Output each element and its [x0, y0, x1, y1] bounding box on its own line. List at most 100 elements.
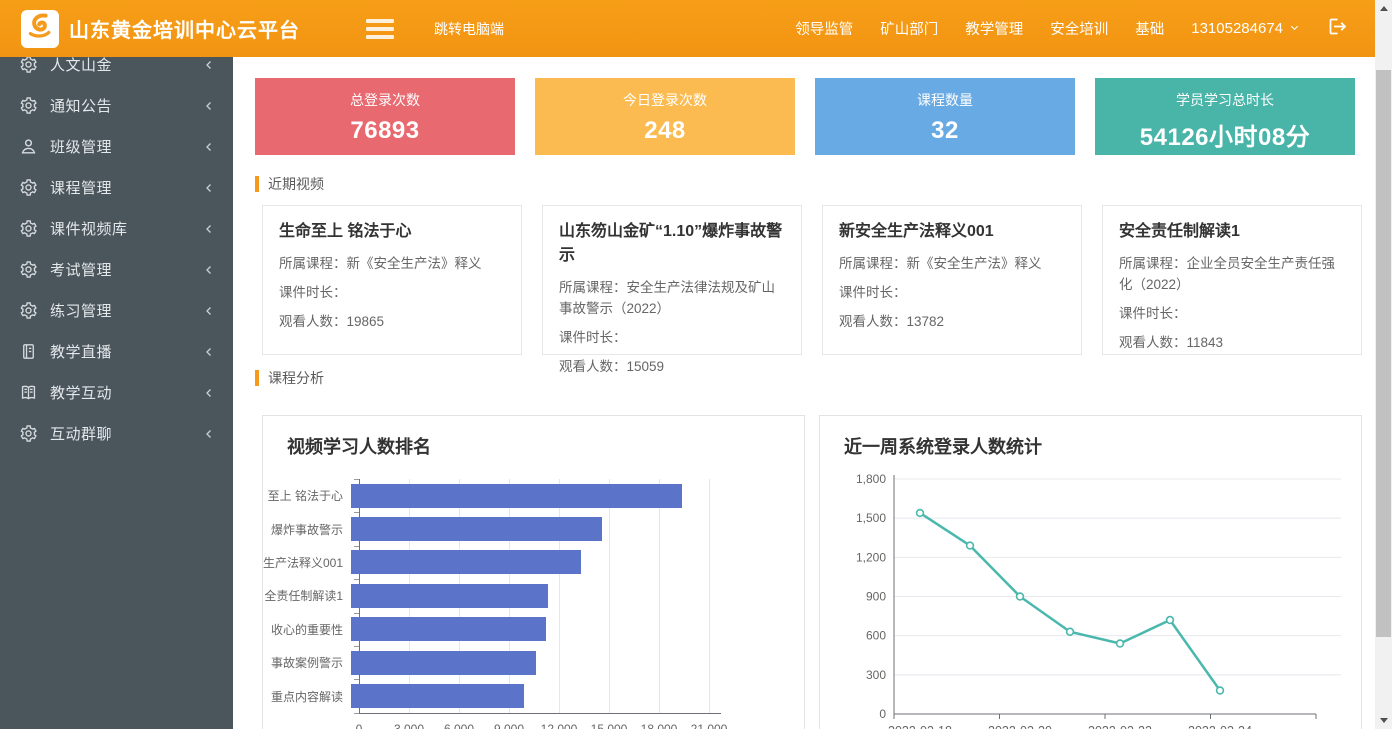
stat-value: 54126小时08分 [1095, 117, 1355, 152]
chevron-left-icon [203, 182, 215, 194]
video-duration: 课件时长： [279, 282, 505, 303]
bar-row: 至上 铭法于心 [359, 479, 804, 512]
nav-item[interactable]: 安全培训 [1050, 18, 1108, 39]
sidebar-item[interactable]: 课件视频库 [0, 208, 233, 249]
y-tick-label: 600 [866, 629, 886, 643]
sidebar-item[interactable]: 练习管理 [0, 290, 233, 331]
video-duration: 课件时长： [1119, 303, 1345, 324]
nav-item[interactable]: 基础 [1135, 18, 1164, 39]
x-tick-label: 15,000 [591, 722, 628, 729]
triangle-up-icon [1380, 6, 1388, 11]
stat-cards: 总登录次数 76893 今日登录次数 248 课程数量 32 学员学习总时长 5… [255, 78, 1355, 155]
bar-category-label: 收心的重要性 [263, 621, 351, 638]
bar [351, 584, 548, 608]
chevron-left-icon [203, 59, 215, 71]
bar-row: 爆炸事故警示 [359, 512, 804, 545]
scrollbar-up-arrow[interactable] [1375, 0, 1392, 17]
sidebar-item[interactable]: 教学互动 [0, 372, 233, 413]
x-tick-label: 18,000 [641, 722, 678, 729]
section-title: 近期视频 [268, 174, 324, 194]
video-card[interactable]: 安全责任制解读1 所属课程：企业全员安全生产责任强化（2022） 课件时长： 观… [1102, 205, 1362, 355]
charts-row: 视频学习人数排名 至上 铭法于心爆炸事故警示生产法释义001全责任制解读1收心的… [262, 415, 1362, 729]
x-tick-label: 9,000 [494, 722, 524, 729]
video-card[interactable]: 山东笏山金矿“1.10”爆炸事故警示 所属课程：安全生产法律法规及矿山事故警示（… [542, 205, 802, 355]
y-tick-label: 1,200 [856, 550, 886, 564]
sidebar-item[interactable]: 课程管理 [0, 167, 233, 208]
sidebar-item[interactable]: 班级管理 [0, 126, 233, 167]
bar-category-label: 重点内容解读 [263, 688, 351, 705]
y-tick-label: 0 [879, 707, 886, 721]
gear-icon [19, 178, 38, 197]
x-tick-label: 2022-03-24 [1188, 724, 1252, 729]
chevron-left-icon [203, 428, 215, 440]
x-tick-label: 3,000 [394, 722, 424, 729]
video-viewers: 观看人数：11843 [1119, 332, 1345, 353]
video-title: 生命至上 铭法于心 [279, 220, 505, 244]
account-dropdown[interactable]: 13105284674 [1191, 20, 1300, 37]
stat-card: 总登录次数 76893 [255, 78, 515, 155]
nav-item[interactable]: 矿山部门 [880, 18, 938, 39]
stat-label: 今日登录次数 [535, 90, 795, 110]
app-title: 山东黄金培训中心云平台 [69, 14, 300, 43]
video-card[interactable]: 新安全生产法释义001 所属课程：新《安全生产法》释义 课件时长： 观看人数：1… [822, 205, 1082, 355]
bar-category-label: 至上 铭法于心 [263, 487, 351, 504]
top-nav: 领导监管 矿山部门 教学管理 安全培训 基础 [795, 18, 1164, 39]
line-chart: 1,8001,5001,20090060030002022-03-182022-… [836, 467, 1356, 729]
scrollbar[interactable] [1375, 0, 1392, 729]
bar-chart-panel: 视频学习人数排名 至上 铭法于心爆炸事故警示生产法释义001全责任制解读1收心的… [262, 415, 805, 729]
video-course: 所属课程：新《安全生产法》释义 [279, 253, 505, 274]
stat-value: 76893 [255, 117, 515, 145]
notebook-icon [19, 342, 38, 361]
chevron-left-icon [203, 100, 215, 112]
sidebar-item[interactable]: 人文山金 [0, 57, 233, 85]
sidebar-item-label: 通知公告 [50, 95, 112, 116]
main-content: 总登录次数 76893 今日登录次数 248 课程数量 32 学员学习总时长 5… [233, 57, 1375, 729]
gear-icon [19, 301, 38, 320]
logout-button[interactable] [1327, 18, 1349, 40]
scrollbar-down-arrow[interactable] [1375, 712, 1392, 729]
video-course: 所属课程：安全生产法律法规及矿山事故警示（2022） [559, 277, 785, 319]
chevron-left-icon [203, 387, 215, 399]
sidebar-item[interactable]: 考试管理 [0, 249, 233, 290]
video-cards: 生命至上 铭法于心 所属课程：新《安全生产法》释义 课件时长： 观看人数：198… [262, 205, 1362, 355]
bar-chart: 至上 铭法于心爆炸事故警示生产法释义001全责任制解读1收心的重要性事故案例警示… [263, 479, 804, 713]
data-point [1217, 687, 1224, 694]
video-title: 新安全生产法释义001 [839, 220, 1065, 244]
chevron-left-icon [203, 305, 215, 317]
video-viewers: 观看人数：19865 [279, 311, 505, 332]
video-course: 所属课程：企业全员安全生产责任强化（2022） [1119, 253, 1345, 295]
app-logo[interactable] [21, 10, 59, 48]
menu-toggle-button[interactable] [366, 19, 394, 39]
sidebar-item[interactable]: 通知公告 [0, 85, 233, 126]
video-viewers: 观看人数：15059 [559, 356, 785, 377]
video-card[interactable]: 生命至上 铭法于心 所属课程：新《安全生产法》释义 课件时长： 观看人数：198… [262, 205, 522, 355]
video-viewers: 观看人数：13782 [839, 311, 1065, 332]
sidebar-item[interactable]: 教学直播 [0, 331, 233, 372]
stat-label: 总登录次数 [255, 90, 515, 110]
nav-item[interactable]: 领导监管 [795, 18, 853, 39]
header-nav: 领导监管 矿山部门 教学管理 安全培训 基础 13105284674 [795, 18, 1349, 40]
sidebar-item[interactable]: 互动群聊 [0, 413, 233, 454]
section-title: 课程分析 [268, 368, 324, 388]
bar-category-label: 事故案例警示 [263, 654, 351, 671]
video-duration: 课件时长： [839, 282, 1065, 303]
line-chart-panel: 近一周系统登录人数统计 1,8001,5001,2009006003000202… [819, 415, 1362, 729]
sidebar-item-label: 班级管理 [50, 136, 112, 157]
sidebar-item-label: 考试管理 [50, 259, 112, 280]
stat-label: 学员学习总时长 [1095, 90, 1355, 110]
sidebar-item-label: 教学互动 [50, 382, 112, 403]
bar-row: 收心的重要性 [359, 613, 804, 646]
section-accent-bar [255, 370, 259, 386]
stat-card: 学员学习总时长 54126小时08分 [1095, 78, 1355, 155]
scrollbar-thumb[interactable] [1376, 70, 1391, 637]
bar-row: 事故案例警示 [359, 646, 804, 679]
sidebar-item-label: 人文山金 [50, 57, 112, 75]
bar [351, 517, 602, 541]
jump-desktop-link[interactable]: 跳转电脑端 [434, 19, 504, 39]
data-point [1017, 593, 1024, 600]
data-point [967, 542, 974, 549]
sidebar-menu: 人文山金 通知公告 班级管理 [0, 57, 233, 454]
nav-item[interactable]: 教学管理 [965, 18, 1023, 39]
bar-row: 重点内容解读 [359, 679, 804, 712]
video-duration: 课件时长： [559, 327, 785, 348]
